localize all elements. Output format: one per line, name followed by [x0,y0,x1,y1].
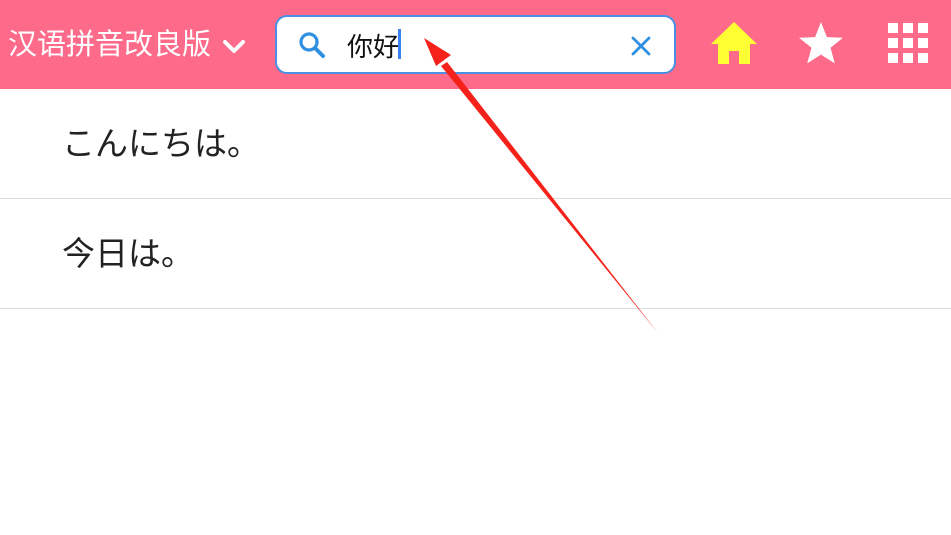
apps-menu-button[interactable] [880,17,936,73]
search-input[interactable] [347,25,617,65]
app-root: 汉语拼音改良版 你好 こんにちは。 今日は。 [0,0,951,535]
top-bar: 汉语拼音改良版 [0,0,951,89]
dictionary-selector[interactable]: 汉语拼音改良版 [0,0,262,89]
grid-icon [888,23,928,67]
home-icon [709,20,759,70]
dictionary-label: 汉语拼音改良版 [8,27,212,61]
search-box[interactable] [275,15,676,74]
result-text: こんにちは。 [62,124,260,163]
close-icon[interactable] [629,34,653,58]
favorites-button[interactable] [793,17,849,73]
result-text: 今日は。 [62,234,194,273]
list-item[interactable]: 今日は。 [0,199,951,309]
list-item[interactable]: こんにちは。 [0,89,951,199]
results-list: こんにちは。 今日は。 [0,89,951,309]
home-button[interactable] [706,17,762,73]
text-cursor [398,29,401,59]
search-icon [297,30,327,60]
star-icon [797,20,845,70]
chevron-down-icon [221,38,247,56]
